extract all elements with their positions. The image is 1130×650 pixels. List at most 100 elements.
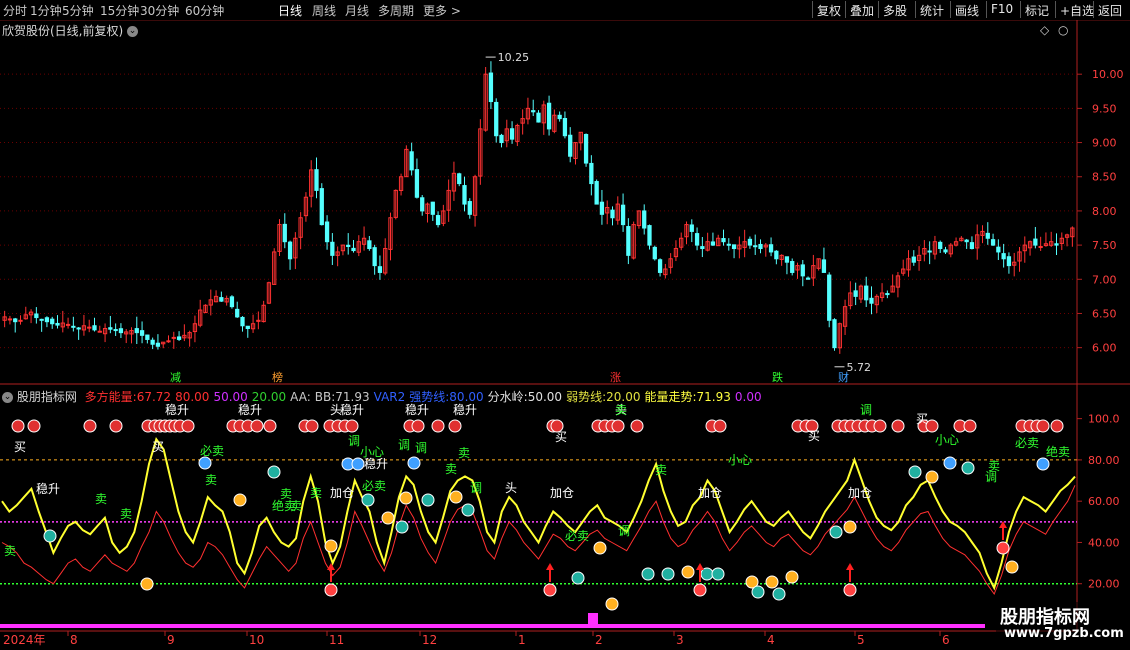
candle-up (959, 237, 964, 242)
indicator-signal-label: 调 (470, 481, 482, 495)
candle-down (113, 329, 118, 332)
candle-down (488, 72, 494, 103)
candle-up (552, 114, 557, 132)
toolbar-button[interactable]: 统计 (915, 1, 948, 18)
month-label: 2 (595, 633, 603, 647)
candle-up (953, 241, 959, 246)
indicator-signal-label: 调 (618, 524, 630, 538)
up-arrow-head (546, 563, 554, 570)
candle-down (689, 224, 694, 232)
period-tab[interactable]: 日线 (278, 2, 302, 19)
candle-up (1043, 243, 1049, 247)
indicator-signal-label: 稳升 (36, 481, 60, 496)
period-tab[interactable]: 分时 (3, 2, 27, 19)
candle-up (356, 241, 361, 253)
toolbar-button[interactable]: 叠加 (845, 1, 878, 18)
candle-up (166, 340, 171, 343)
candle-down (568, 134, 573, 157)
candle-down (139, 330, 145, 336)
toolbar-button[interactable]: +自选 (1055, 1, 1098, 18)
candle-up (874, 295, 879, 306)
collapse-icon[interactable]: ⌄ (2, 392, 13, 403)
candle-up (398, 176, 404, 191)
period-tab[interactable]: 周线 (312, 2, 336, 19)
candle-down (594, 181, 599, 205)
candle-down (494, 101, 499, 137)
event-tag: 减 (170, 371, 181, 384)
toolbar-button[interactable]: 多股 (878, 1, 911, 18)
signal-dot (181, 419, 195, 433)
candle-down (652, 246, 657, 260)
signal-dot (791, 419, 805, 433)
candle-up (388, 217, 393, 250)
candle-down (869, 297, 874, 304)
price-tick-label: 6.00 (1092, 342, 1117, 355)
candle-up (742, 241, 747, 248)
candle-down (1006, 256, 1012, 267)
indicator-signal-label: 加仓 (698, 486, 722, 500)
candle-down (969, 242, 975, 250)
candle-up (298, 217, 303, 238)
period-tab[interactable]: 5分钟 (62, 2, 94, 19)
indicator-signal-label: 必卖 (200, 444, 224, 458)
orange-marker (605, 597, 619, 611)
ind-tick-label: 40.00 (1088, 536, 1120, 549)
month-label: 6 (942, 633, 950, 647)
up-arrow-head (327, 563, 335, 570)
signal-dot (250, 419, 264, 433)
candle-down (13, 318, 18, 323)
candle-down (774, 250, 779, 260)
toolbar-button[interactable]: 复权 (812, 1, 845, 18)
candle-up (224, 297, 229, 303)
indicator-value: 能量走势:71.93 (644, 390, 731, 404)
toolbar-button[interactable]: 返回 (1093, 1, 1126, 18)
candle-down (155, 342, 161, 347)
candle-up (837, 323, 842, 349)
candle-down (927, 250, 932, 253)
candle-down (990, 239, 996, 246)
kline-chart[interactable]: 10.255.72 减榜涨跌财稳升 稳升 头稳升 稳升 稳升 头买 买买调小心 调必卖卖稳升买… (0, 0, 1130, 650)
candle-down (821, 259, 827, 273)
indicator-signal-label: 卖 (205, 473, 217, 487)
signal-dot (873, 419, 887, 433)
candle-up (256, 319, 261, 322)
period-tab[interactable]: 15分钟 (100, 2, 139, 19)
signal-dot (598, 419, 612, 433)
candle-down (92, 325, 97, 331)
candle-down (282, 223, 287, 243)
toolbar-button[interactable]: F10 (986, 1, 1017, 18)
period-tab[interactable]: 多周期 (378, 2, 414, 19)
candle-down (721, 238, 726, 243)
indicator-signal-label: 买 (916, 412, 928, 426)
indicator-signal-label: 加仓 (848, 486, 872, 500)
teal-marker (43, 529, 57, 543)
period-tab[interactable]: 更多 > (423, 2, 461, 19)
period-tab[interactable]: 月线 (345, 2, 369, 19)
signal-dot (141, 419, 155, 433)
candle-up (393, 189, 398, 218)
signal-dot (858, 419, 872, 433)
candle-up (425, 203, 430, 214)
candle-up (1064, 234, 1070, 238)
candle-down (229, 296, 235, 308)
candle-up (980, 230, 985, 236)
period-tab[interactable]: 60分钟 (185, 2, 224, 19)
period-tab[interactable]: 30分钟 (140, 2, 179, 19)
candle-down (864, 285, 869, 301)
blue-marker (407, 456, 421, 470)
signal-dot (323, 419, 337, 433)
candle-down (985, 232, 990, 239)
stock-title: 欣贺股份(日线,前复权) (2, 24, 124, 38)
period-tab[interactable]: 1分钟 (30, 2, 62, 19)
chevron-down-icon[interactable]: ⌄ (127, 26, 139, 37)
red-marker (324, 583, 338, 597)
month-label: 12 (422, 633, 437, 647)
candle-down (44, 317, 50, 323)
toolbar-button[interactable]: 画线 (950, 1, 983, 18)
signal-dot (411, 419, 425, 433)
signal-dot (403, 419, 417, 433)
toolbar-button[interactable]: 标记 (1020, 1, 1053, 18)
candle-down (377, 266, 383, 273)
candle-down (367, 240, 372, 250)
signal-dot (630, 419, 644, 433)
